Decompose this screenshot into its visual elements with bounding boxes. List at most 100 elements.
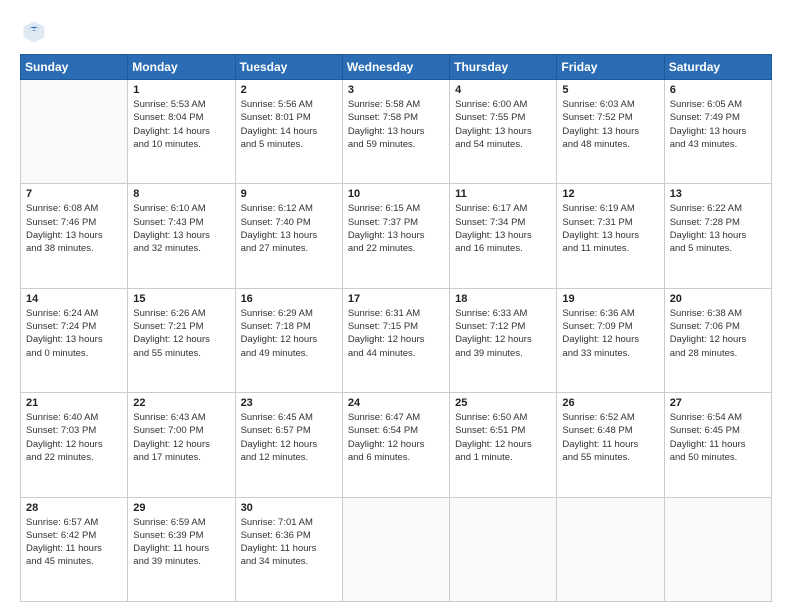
- logo-icon: [20, 18, 48, 46]
- calendar-cell: 29Sunrise: 6:59 AM Sunset: 6:39 PM Dayli…: [128, 497, 235, 601]
- day-info: Sunrise: 6:12 AM Sunset: 7:40 PM Dayligh…: [241, 202, 337, 255]
- day-number: 8: [133, 188, 229, 200]
- day-number: 9: [241, 188, 337, 200]
- day-number: 16: [241, 293, 337, 305]
- col-header-tuesday: Tuesday: [235, 55, 342, 80]
- calendar-cell: 30 Sunrise: 7:01 AM Sunset: 6:36 PM Dayli…: [235, 497, 342, 601]
- calendar-cell: 9 Sunrise: 6:12 AM Sunset: 7:40 PM Daylig…: [235, 184, 342, 288]
- calendar-table: SundayMondayTuesdayWednesdayThursdayFrid…: [20, 54, 772, 602]
- calendar-cell: 11 Sunrise: 6:17 AM Sunset: 7:34 PM Dayli…: [450, 184, 557, 288]
- header-row: SundayMondayTuesdayWednesdayThursdayFrid…: [21, 55, 772, 80]
- calendar-cell: 10 Sunrise: 6:15 AM Sunset: 7:37 PM Dayli…: [342, 184, 449, 288]
- calendar-cell: [557, 497, 664, 601]
- day-info: Sunrise: 6:19 AM Sunset: 7:31 PM Dayligh…: [562, 202, 658, 255]
- day-number: 10: [348, 188, 444, 200]
- day-number: 17: [348, 293, 444, 305]
- day-info: Sunrise: 6:29 AM Sunset: 7:18 PM Dayligh…: [241, 307, 337, 360]
- calendar-cell: 15 Sunrise: 6:26 AM Sunset: 7:21 PM Dayli…: [128, 288, 235, 392]
- week-row-4: 21 Sunrise: 6:40 AM Sunset: 7:03 PM Dayli…: [21, 393, 772, 497]
- calendar-cell: 2Sunrise: 5:56 AM Sunset: 8:01 PM Daylig…: [235, 80, 342, 184]
- page: SundayMondayTuesdayWednesdayThursdayFrid…: [0, 0, 792, 612]
- calendar-cell: 22Sunrise: 6:43 AM Sunset: 7:00 PM Dayli…: [128, 393, 235, 497]
- day-info: Sunrise: 6:52 AM Sunset: 6:48 PM Dayligh…: [562, 411, 658, 464]
- calendar-cell: 4Sunrise: 6:00 AM Sunset: 7:55 PM Daylig…: [450, 80, 557, 184]
- day-number: 2: [241, 84, 337, 96]
- day-info: Sunrise: 6:22 AM Sunset: 7:28 PM Dayligh…: [670, 202, 766, 255]
- day-info: Sunrise: 6:50 AM Sunset: 6:51 PM Dayligh…: [455, 411, 551, 464]
- day-number: 13: [670, 188, 766, 200]
- calendar-cell: 8 Sunrise: 6:10 AM Sunset: 7:43 PM Daylig…: [128, 184, 235, 288]
- day-number: 6: [670, 84, 766, 96]
- day-info: Sunrise: 6:10 AM Sunset: 7:43 PM Dayligh…: [133, 202, 229, 255]
- calendar-cell: 26Sunrise: 6:52 AM Sunset: 6:48 PM Dayli…: [557, 393, 664, 497]
- day-info: Sunrise: 6:17 AM Sunset: 7:34 PM Dayligh…: [455, 202, 551, 255]
- day-number: 12: [562, 188, 658, 200]
- day-number: 4: [455, 84, 551, 96]
- day-number: 11: [455, 188, 551, 200]
- calendar-cell: [450, 497, 557, 601]
- day-number: 3: [348, 84, 444, 96]
- day-number: 5: [562, 84, 658, 96]
- day-info: Sunrise: 6:54 AM Sunset: 6:45 PM Dayligh…: [670, 411, 766, 464]
- day-info: Sunrise: 6:59 AM Sunset: 6:39 PM Dayligh…: [133, 516, 229, 569]
- col-header-monday: Monday: [128, 55, 235, 80]
- calendar-cell: 21 Sunrise: 6:40 AM Sunset: 7:03 PM Dayli…: [21, 393, 128, 497]
- day-number: 24: [348, 397, 444, 409]
- day-info: Sunrise: 6:57 AM Sunset: 6:42 PM Dayligh…: [26, 516, 122, 569]
- week-row-1: 1Sunrise: 5:53 AM Sunset: 8:04 PM Daylig…: [21, 80, 772, 184]
- calendar-cell: 23 Sunrise: 6:45 AM Sunset: 6:57 PM Dayli…: [235, 393, 342, 497]
- calendar-cell: 5 Sunrise: 6:03 AM Sunset: 7:52 PM Daylig…: [557, 80, 664, 184]
- day-info: Sunrise: 6:38 AM Sunset: 7:06 PM Dayligh…: [670, 307, 766, 360]
- header: [20, 18, 772, 46]
- calendar-cell: [342, 497, 449, 601]
- day-info: Sunrise: 6:31 AM Sunset: 7:15 PM Dayligh…: [348, 307, 444, 360]
- day-number: 22: [133, 397, 229, 409]
- day-info: Sunrise: 6:15 AM Sunset: 7:37 PM Dayligh…: [348, 202, 444, 255]
- calendar-cell: 20Sunrise: 6:38 AM Sunset: 7:06 PM Dayli…: [664, 288, 771, 392]
- week-row-5: 28Sunrise: 6:57 AM Sunset: 6:42 PM Dayli…: [21, 497, 772, 601]
- week-row-2: 7Sunrise: 6:08 AM Sunset: 7:46 PM Daylig…: [21, 184, 772, 288]
- calendar-cell: 27 Sunrise: 6:54 AM Sunset: 6:45 PM Dayli…: [664, 393, 771, 497]
- day-number: 14: [26, 293, 122, 305]
- calendar-cell: 13 Sunrise: 6:22 AM Sunset: 7:28 PM Dayli…: [664, 184, 771, 288]
- calendar-cell: [21, 80, 128, 184]
- day-number: 18: [455, 293, 551, 305]
- day-info: Sunrise: 6:05 AM Sunset: 7:49 PM Dayligh…: [670, 98, 766, 151]
- calendar-cell: 12 Sunrise: 6:19 AM Sunset: 7:31 PM Dayli…: [557, 184, 664, 288]
- day-number: 7: [26, 188, 122, 200]
- calendar-cell: 14 Sunrise: 6:24 AM Sunset: 7:24 PM Dayli…: [21, 288, 128, 392]
- day-info: Sunrise: 6:03 AM Sunset: 7:52 PM Dayligh…: [562, 98, 658, 151]
- col-header-saturday: Saturday: [664, 55, 771, 80]
- col-header-thursday: Thursday: [450, 55, 557, 80]
- day-number: 30: [241, 502, 337, 514]
- calendar-cell: 16 Sunrise: 6:29 AM Sunset: 7:18 PM Dayli…: [235, 288, 342, 392]
- calendar-cell: 17 Sunrise: 6:31 AM Sunset: 7:15 PM Dayli…: [342, 288, 449, 392]
- day-number: 21: [26, 397, 122, 409]
- day-number: 15: [133, 293, 229, 305]
- calendar-cell: 7Sunrise: 6:08 AM Sunset: 7:46 PM Daylig…: [21, 184, 128, 288]
- day-number: 23: [241, 397, 337, 409]
- calendar-cell: 18 Sunrise: 6:33 AM Sunset: 7:12 PM Dayli…: [450, 288, 557, 392]
- calendar-cell: [664, 497, 771, 601]
- day-info: Sunrise: 6:33 AM Sunset: 7:12 PM Dayligh…: [455, 307, 551, 360]
- day-info: Sunrise: 6:24 AM Sunset: 7:24 PM Dayligh…: [26, 307, 122, 360]
- col-header-friday: Friday: [557, 55, 664, 80]
- calendar-cell: 25Sunrise: 6:50 AM Sunset: 6:51 PM Dayli…: [450, 393, 557, 497]
- col-header-sunday: Sunday: [21, 55, 128, 80]
- day-info: Sunrise: 6:26 AM Sunset: 7:21 PM Dayligh…: [133, 307, 229, 360]
- calendar-cell: 6 Sunrise: 6:05 AM Sunset: 7:49 PM Daylig…: [664, 80, 771, 184]
- day-number: 27: [670, 397, 766, 409]
- day-number: 1: [133, 84, 229, 96]
- calendar-cell: 19Sunrise: 6:36 AM Sunset: 7:09 PM Dayli…: [557, 288, 664, 392]
- day-info: Sunrise: 6:40 AM Sunset: 7:03 PM Dayligh…: [26, 411, 122, 464]
- col-header-wednesday: Wednesday: [342, 55, 449, 80]
- calendar-cell: 1Sunrise: 5:53 AM Sunset: 8:04 PM Daylig…: [128, 80, 235, 184]
- day-info: Sunrise: 6:47 AM Sunset: 6:54 PM Dayligh…: [348, 411, 444, 464]
- day-info: Sunrise: 6:36 AM Sunset: 7:09 PM Dayligh…: [562, 307, 658, 360]
- week-row-3: 14 Sunrise: 6:24 AM Sunset: 7:24 PM Dayli…: [21, 288, 772, 392]
- logo: [20, 18, 54, 46]
- day-info: Sunrise: 7:01 AM Sunset: 6:36 PM Dayligh…: [241, 516, 337, 569]
- calendar-cell: 28Sunrise: 6:57 AM Sunset: 6:42 PM Dayli…: [21, 497, 128, 601]
- day-info: Sunrise: 5:58 AM Sunset: 7:58 PM Dayligh…: [348, 98, 444, 151]
- day-info: Sunrise: 6:45 AM Sunset: 6:57 PM Dayligh…: [241, 411, 337, 464]
